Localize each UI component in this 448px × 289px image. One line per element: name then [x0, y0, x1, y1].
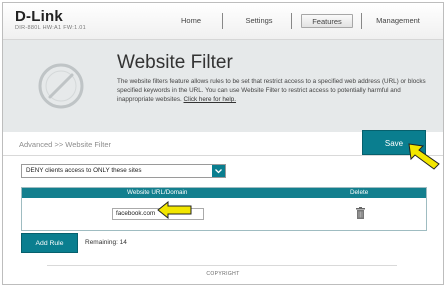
nav-separator	[222, 13, 223, 29]
nav-management[interactable]: Management	[367, 14, 429, 28]
section-divider	[3, 155, 443, 156]
help-link[interactable]: Click here for help.	[184, 96, 237, 103]
table-header: Website URL/Domain Delete	[22, 188, 426, 198]
trash-icon[interactable]	[356, 207, 365, 219]
model-info: DIR-880L HW:A1 FW:1.01	[15, 25, 86, 31]
table-row: facebook.com	[22, 198, 426, 230]
filter-mode-select[interactable]: DENY clients access to ONLY these sites	[21, 164, 226, 178]
column-header-delete: Delete	[350, 189, 369, 196]
nav-home[interactable]: Home	[171, 14, 211, 28]
no-symbol-icon	[38, 63, 84, 109]
column-header-url: Website URL/Domain	[127, 189, 188, 196]
annotation-arrow-icon	[408, 143, 440, 170]
nav-settings[interactable]: Settings	[239, 14, 279, 28]
footer-divider	[47, 265, 397, 266]
copyright-text: COPYRIGHT	[206, 271, 240, 277]
annotation-arrow-icon	[157, 201, 192, 219]
page-banner: Website Filter The website filters featu…	[3, 40, 443, 132]
chevron-down-icon[interactable]	[212, 165, 225, 177]
add-rule-button[interactable]: Add Rule	[21, 233, 78, 253]
website-filter-table: Website URL/Domain Delete facebook.com	[21, 187, 427, 231]
nav-separator	[361, 13, 362, 29]
dlink-logo: D-Link	[15, 8, 63, 25]
page-title: Website Filter	[117, 52, 233, 73]
page-description: The website filters feature allows rules…	[117, 77, 431, 105]
top-navigation-bar: D-Link DIR-880L HW:A1 FW:1.01 Home Setti…	[3, 3, 443, 40]
nav-separator	[291, 13, 292, 29]
description-text: The website filters feature allows rules…	[117, 78, 426, 104]
remaining-count: Remaining: 14	[85, 239, 127, 246]
router-admin-window: D-Link DIR-880L HW:A1 FW:1.01 Home Setti…	[2, 2, 444, 285]
nav-features[interactable]: Features	[301, 14, 353, 28]
breadcrumb: Advanced >> Website Filter	[19, 140, 111, 149]
filter-mode-value: DENY clients access to ONLY these sites	[26, 167, 142, 174]
